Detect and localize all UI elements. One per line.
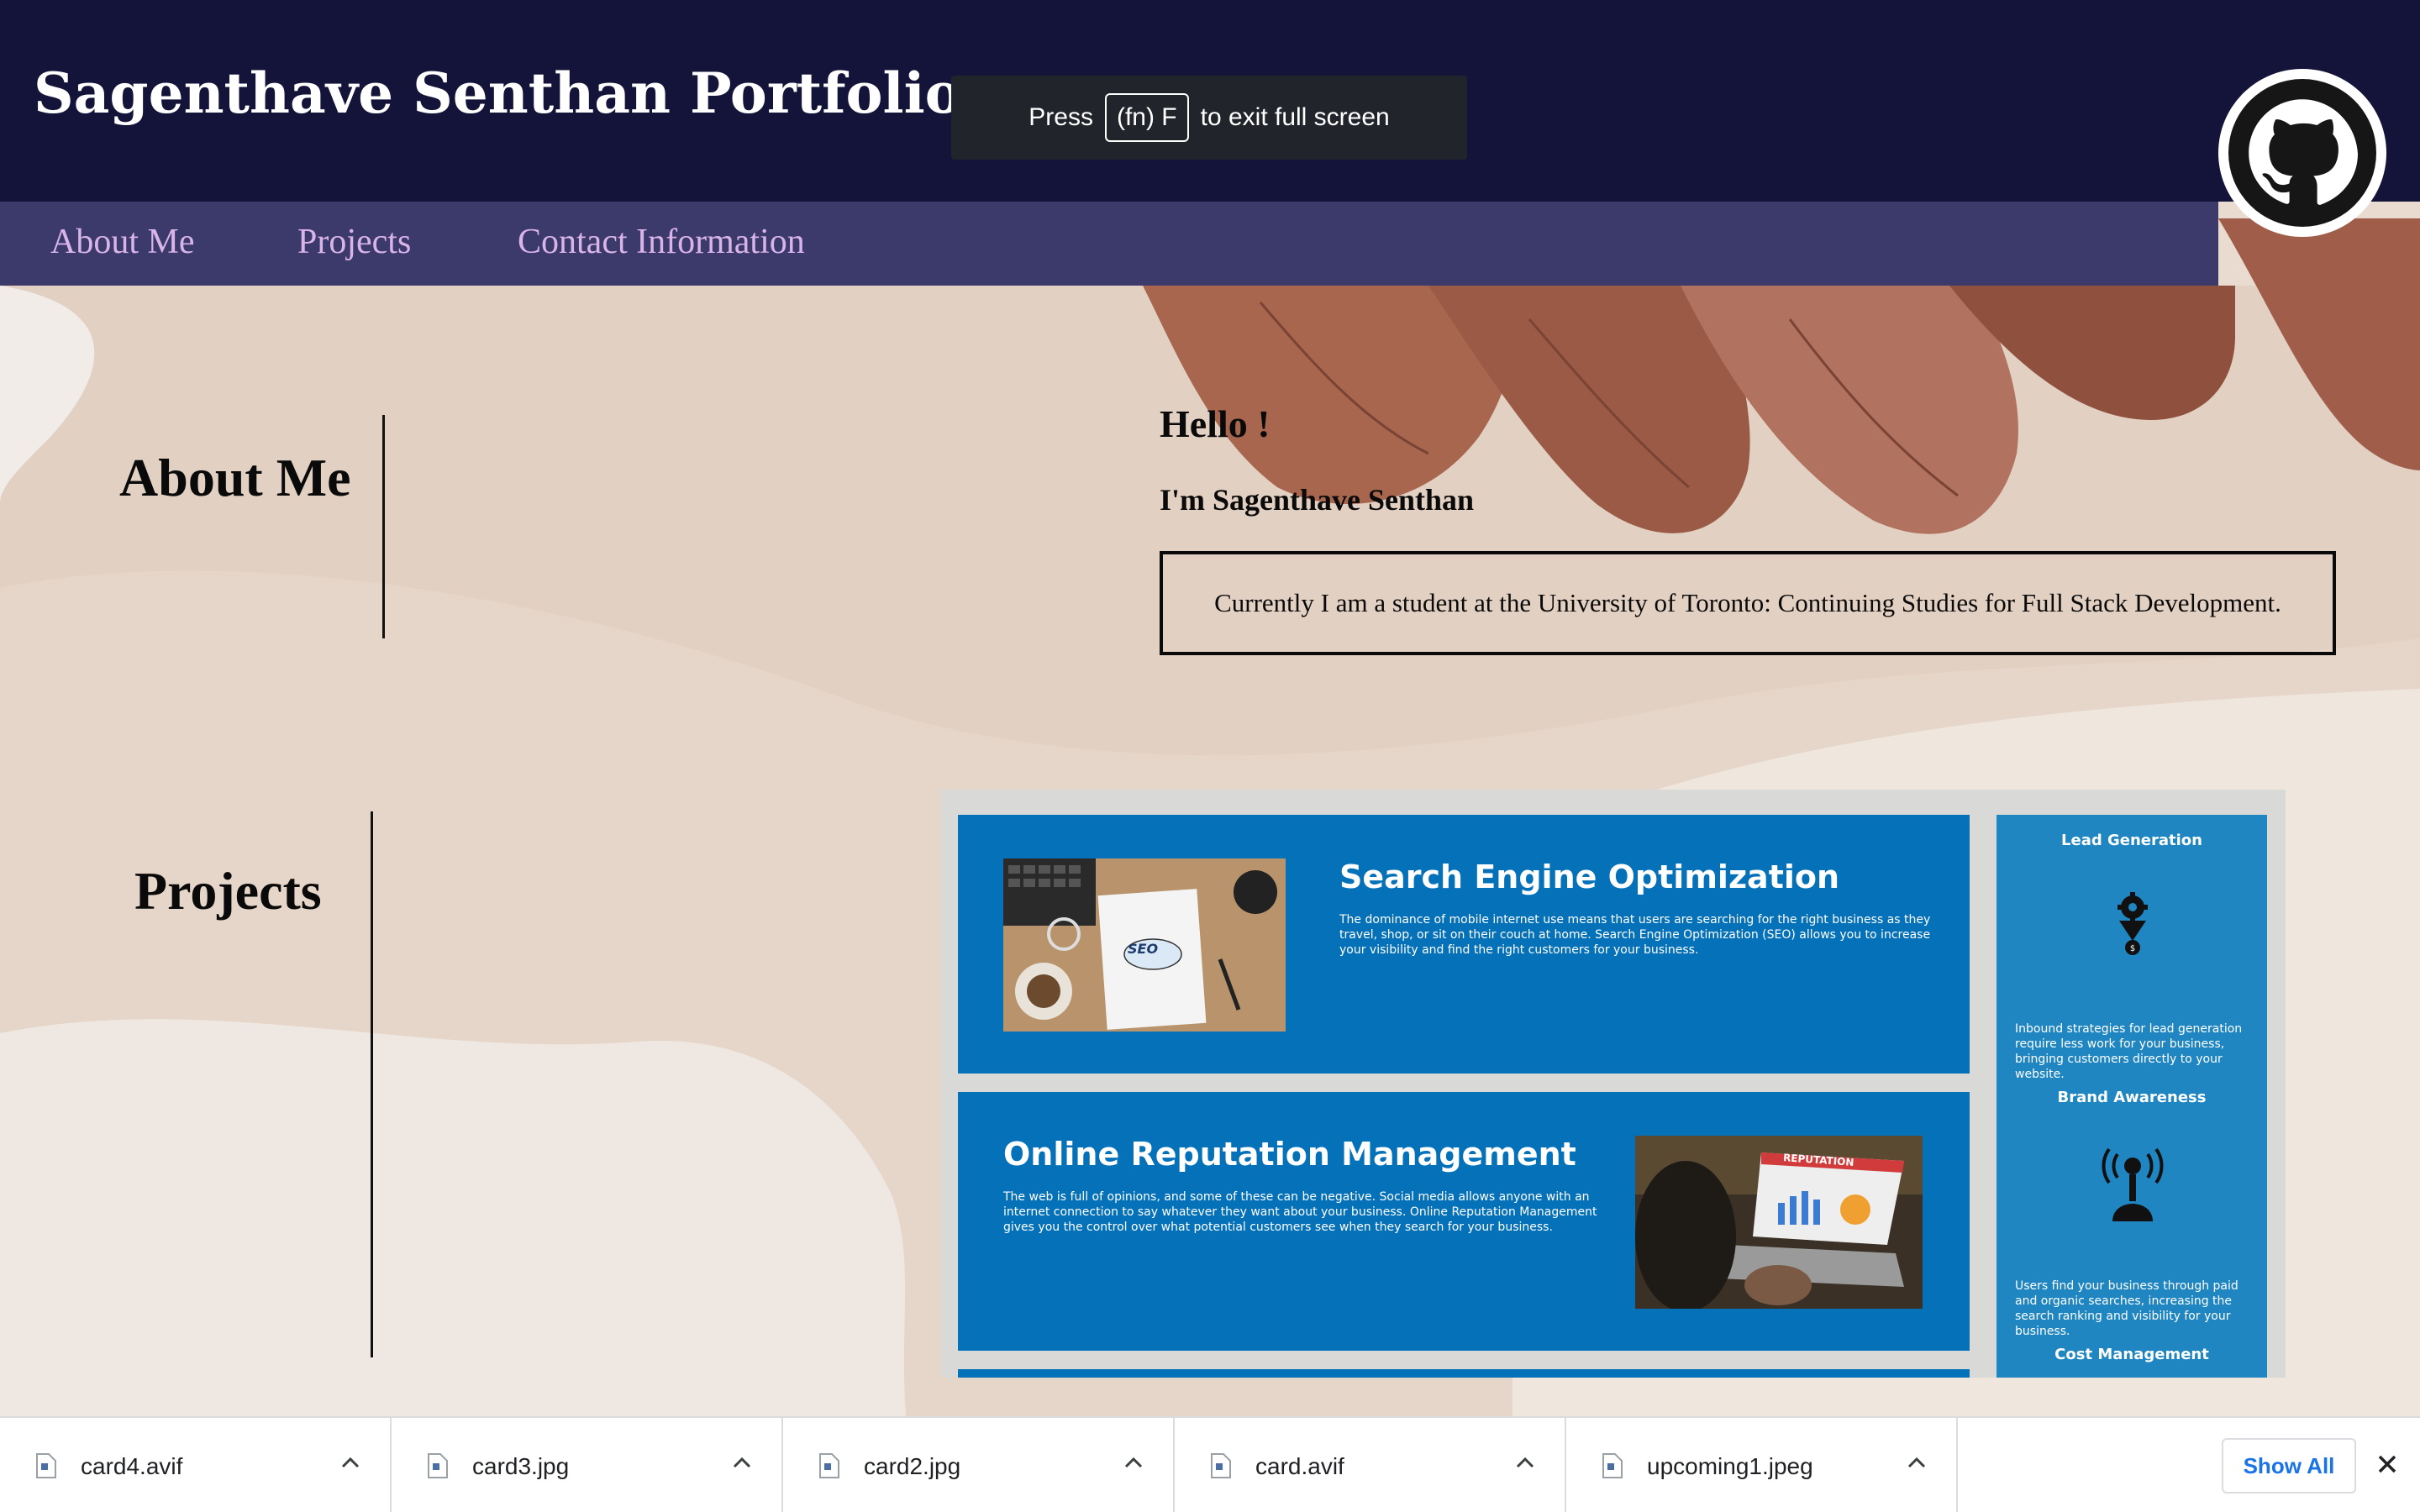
about-heading: About Me	[119, 448, 351, 507]
chevron-up-icon[interactable]	[341, 1457, 360, 1468]
projects-divider	[371, 811, 373, 1357]
fullscreen-notice-suffix: to exit full screen	[1200, 103, 1390, 131]
broadcast-person-icon	[2102, 1147, 2164, 1221]
seo-image-label: SEO	[1128, 941, 1161, 959]
orm-title: Online Reputation Management	[1003, 1136, 1576, 1173]
benefit-brand-awareness-text: Users find your business through paid an…	[2015, 1279, 2238, 1338]
download-item[interactable]: card3.jpg	[392, 1418, 783, 1512]
site-header: Sagenthave Senthan Portfolio Press (fn) …	[0, 0, 2420, 202]
seo-image-text: SEO	[1128, 941, 1159, 957]
close-icon[interactable]	[2375, 1452, 2400, 1477]
about-bio-box: Currently I am a student at the Universi…	[1160, 551, 2336, 655]
orm-image: REPUTATION	[1635, 1136, 1923, 1309]
about-greeting: Hello !	[1160, 402, 1270, 445]
orm-description: The web is full of opinions, and some of…	[1003, 1190, 1597, 1234]
benefit-cost-management-title: Cost Management	[2054, 1346, 2209, 1363]
nav-about-me[interactable]: About Me	[50, 222, 195, 262]
chevron-up-icon[interactable]	[1516, 1457, 1534, 1468]
benefit-lead-generation-text: Inbound strategies for lead generation r…	[2015, 1022, 2243, 1081]
file-icon	[819, 1453, 839, 1478]
main-nav: About Me Projects Contact Information	[0, 202, 2218, 286]
download-filename: card3.jpg	[472, 1453, 570, 1479]
download-filename: upcoming1.jpeg	[1647, 1453, 1813, 1479]
projects-heading: Projects	[134, 861, 322, 921]
download-item[interactable]: card2.jpg	[783, 1418, 1175, 1512]
benefit-lead-generation-title: Lead Generation	[2061, 832, 2202, 849]
orm-card: Online Reputation Management The web is …	[958, 1092, 1970, 1351]
file-icon	[1211, 1453, 1231, 1478]
downloads-bar: card4.avif card3.jpg card2.jpg card.avif…	[0, 1416, 2420, 1512]
download-filename: card4.avif	[81, 1453, 183, 1479]
file-icon	[428, 1453, 448, 1478]
download-item[interactable]: card.avif	[1175, 1418, 1566, 1512]
benefits-column: Lead Generation $ Inbound strategies for…	[1996, 815, 2267, 1378]
fullscreen-notice: Press (fn) F to exit full screen	[951, 76, 1467, 160]
benefit-brand-awareness-title: Brand Awareness	[2057, 1089, 2207, 1106]
file-icon	[1602, 1453, 1623, 1478]
fullscreen-notice-prefix: Press	[1028, 103, 1093, 131]
file-icon	[36, 1453, 56, 1478]
download-item[interactable]: card4.avif	[0, 1418, 392, 1512]
seo-card: SEO Search Engine Optimization The domin…	[958, 815, 1970, 1074]
about-divider	[382, 415, 385, 638]
svg-text:$: $	[2130, 944, 2135, 953]
chevron-up-icon[interactable]	[733, 1457, 751, 1468]
chevron-up-icon[interactable]	[1907, 1457, 1926, 1468]
nav-contact-information[interactable]: Contact Information	[518, 222, 805, 262]
download-filename: card2.jpg	[864, 1453, 961, 1479]
nav-projects[interactable]: Projects	[297, 222, 411, 262]
github-icon	[2228, 79, 2376, 227]
download-item[interactable]: upcoming1.jpeg	[1566, 1418, 1958, 1512]
fullscreen-key-hint: (fn) F	[1104, 93, 1189, 142]
seo-title: Search Engine Optimization	[1339, 858, 1840, 895]
project-preview[interactable]: SEO Search Engine Optimization The domin…	[941, 790, 2286, 1378]
github-link[interactable]	[2218, 69, 2386, 237]
show-all-downloads-button[interactable]: Show All	[2222, 1438, 2356, 1494]
about-intro: I'm Sagenthave Senthan	[1160, 483, 1475, 517]
download-filename: card.avif	[1255, 1453, 1344, 1479]
site-title: Sagenthave Senthan Portfolio	[34, 60, 962, 126]
next-card	[958, 1369, 1970, 1378]
seo-description: The dominance of mobile internet use mea…	[1339, 913, 1931, 957]
about-bio-text: Currently I am a student at the Universi…	[1214, 588, 2281, 617]
gear-money-icon: $	[2118, 892, 2148, 955]
chevron-up-icon[interactable]	[1124, 1457, 1143, 1468]
